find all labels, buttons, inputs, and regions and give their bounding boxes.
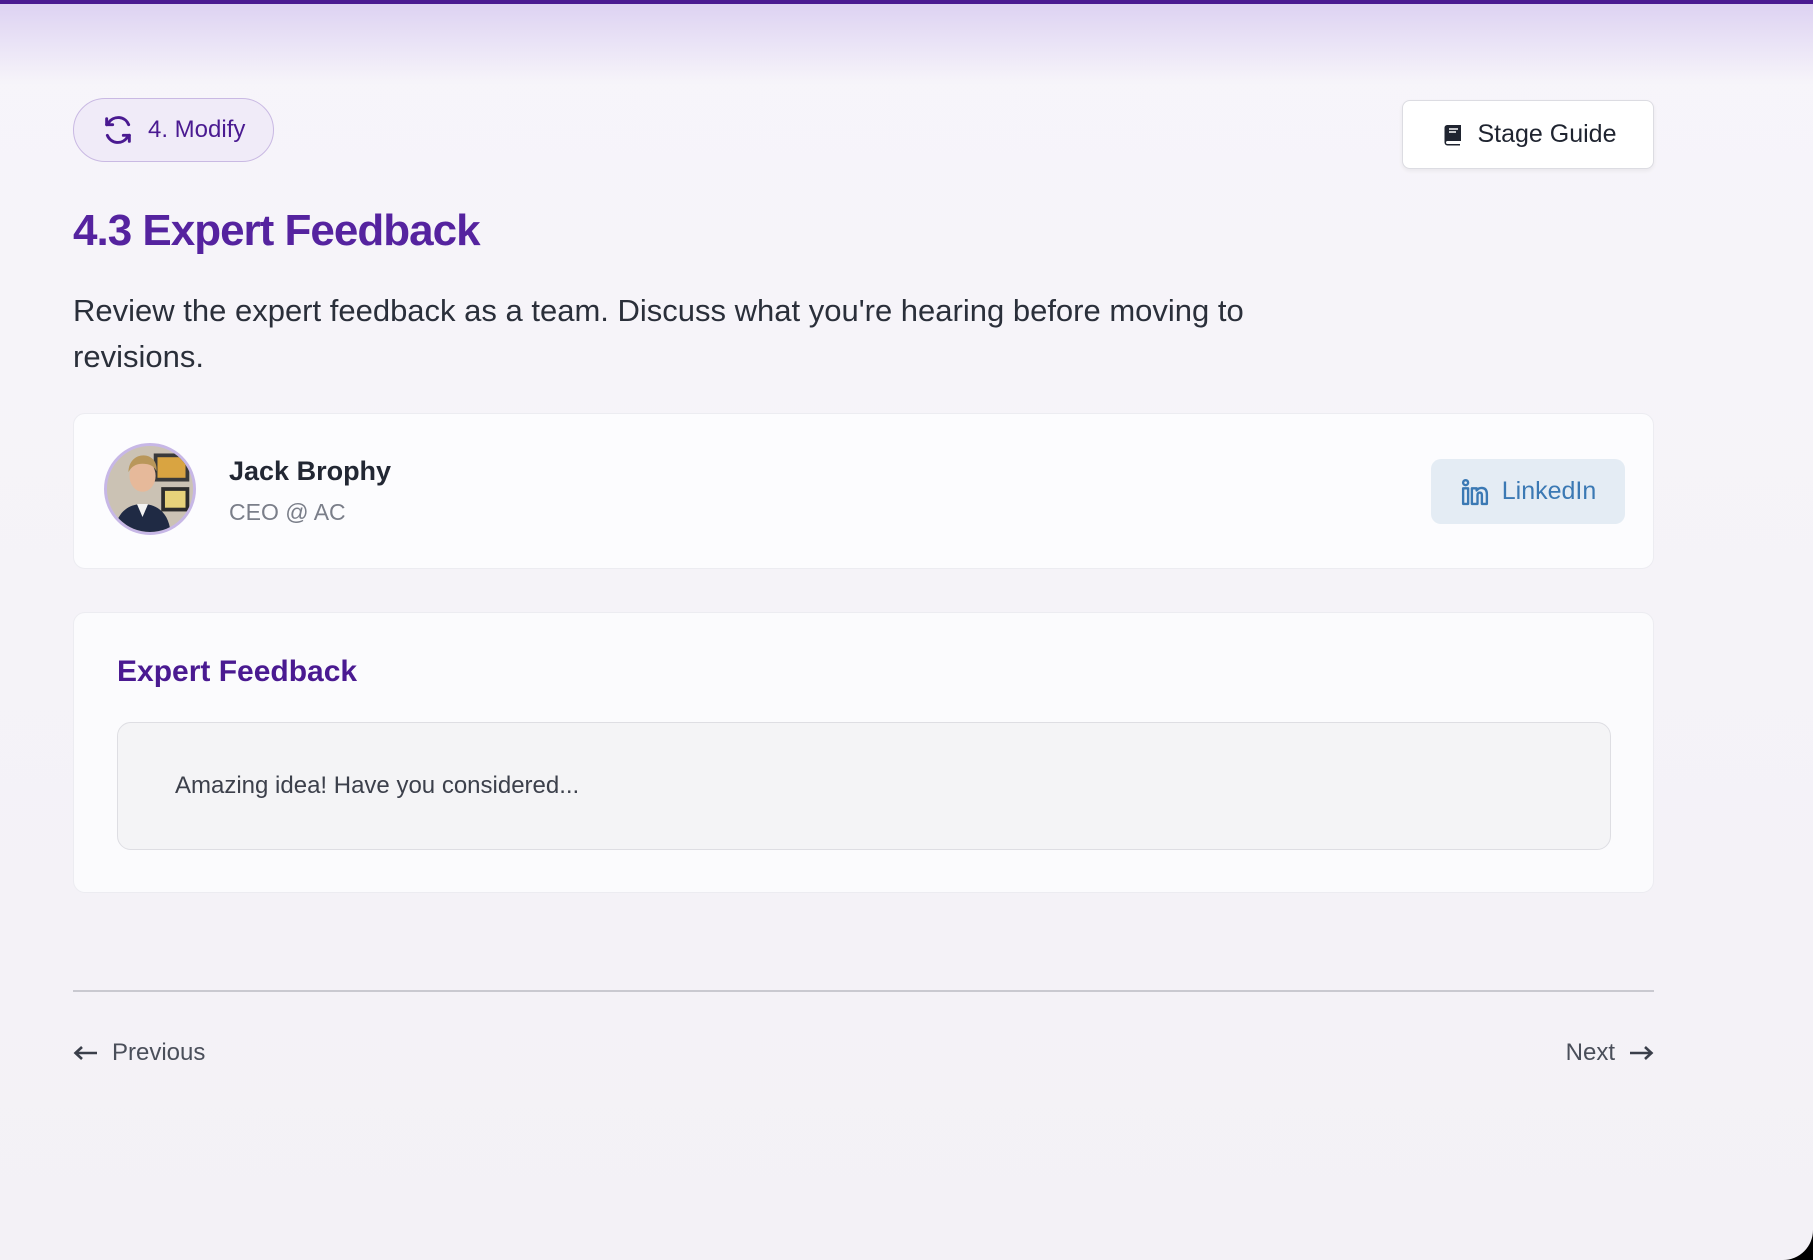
feedback-text: Amazing idea! Have you considered... [175, 772, 580, 799]
refresh-icon [102, 114, 134, 146]
feedback-text-box: Amazing idea! Have you considered... [117, 722, 1611, 850]
previous-label: Previous [112, 1039, 206, 1066]
next-button[interactable]: Next [1566, 1036, 1654, 1070]
stage-label: 4. Modify [148, 116, 246, 143]
expert-name: Jack Brophy [229, 456, 392, 486]
avatar [104, 443, 196, 535]
page-subtitle: Review the expert feedback as a team. Di… [73, 293, 1244, 374]
expert-card: Jack Brophy CEO @ AC LinkedIn [73, 413, 1654, 569]
linkedin-label: LinkedIn [1501, 477, 1597, 505]
top-gradient [0, 4, 1813, 84]
page-container: 4. Modify Stage Guide 4.3 Expert Feedbac… [0, 0, 1813, 1260]
arrow-right-icon [1629, 1045, 1654, 1061]
next-label: Next [1565, 1039, 1615, 1066]
divider [73, 990, 1654, 992]
stage-guide-button[interactable]: Stage Guide [1402, 100, 1654, 169]
stage-guide-label: Stage Guide [1477, 120, 1617, 148]
expert-role: CEO @ AC [229, 499, 346, 525]
arrow-left-icon [73, 1045, 98, 1061]
linkedin-icon [1460, 477, 1490, 507]
stage-badge[interactable]: 4. Modify [73, 98, 275, 162]
book-icon [1440, 123, 1464, 147]
page-title: 4.3 Expert Feedback [73, 206, 481, 255]
feedback-card: Expert Feedback Amazing idea! Have you c… [73, 612, 1654, 893]
linkedin-button[interactable]: LinkedIn [1431, 459, 1625, 524]
feedback-heading: Expert Feedback [117, 655, 358, 688]
previous-button[interactable]: Previous [73, 1036, 205, 1070]
